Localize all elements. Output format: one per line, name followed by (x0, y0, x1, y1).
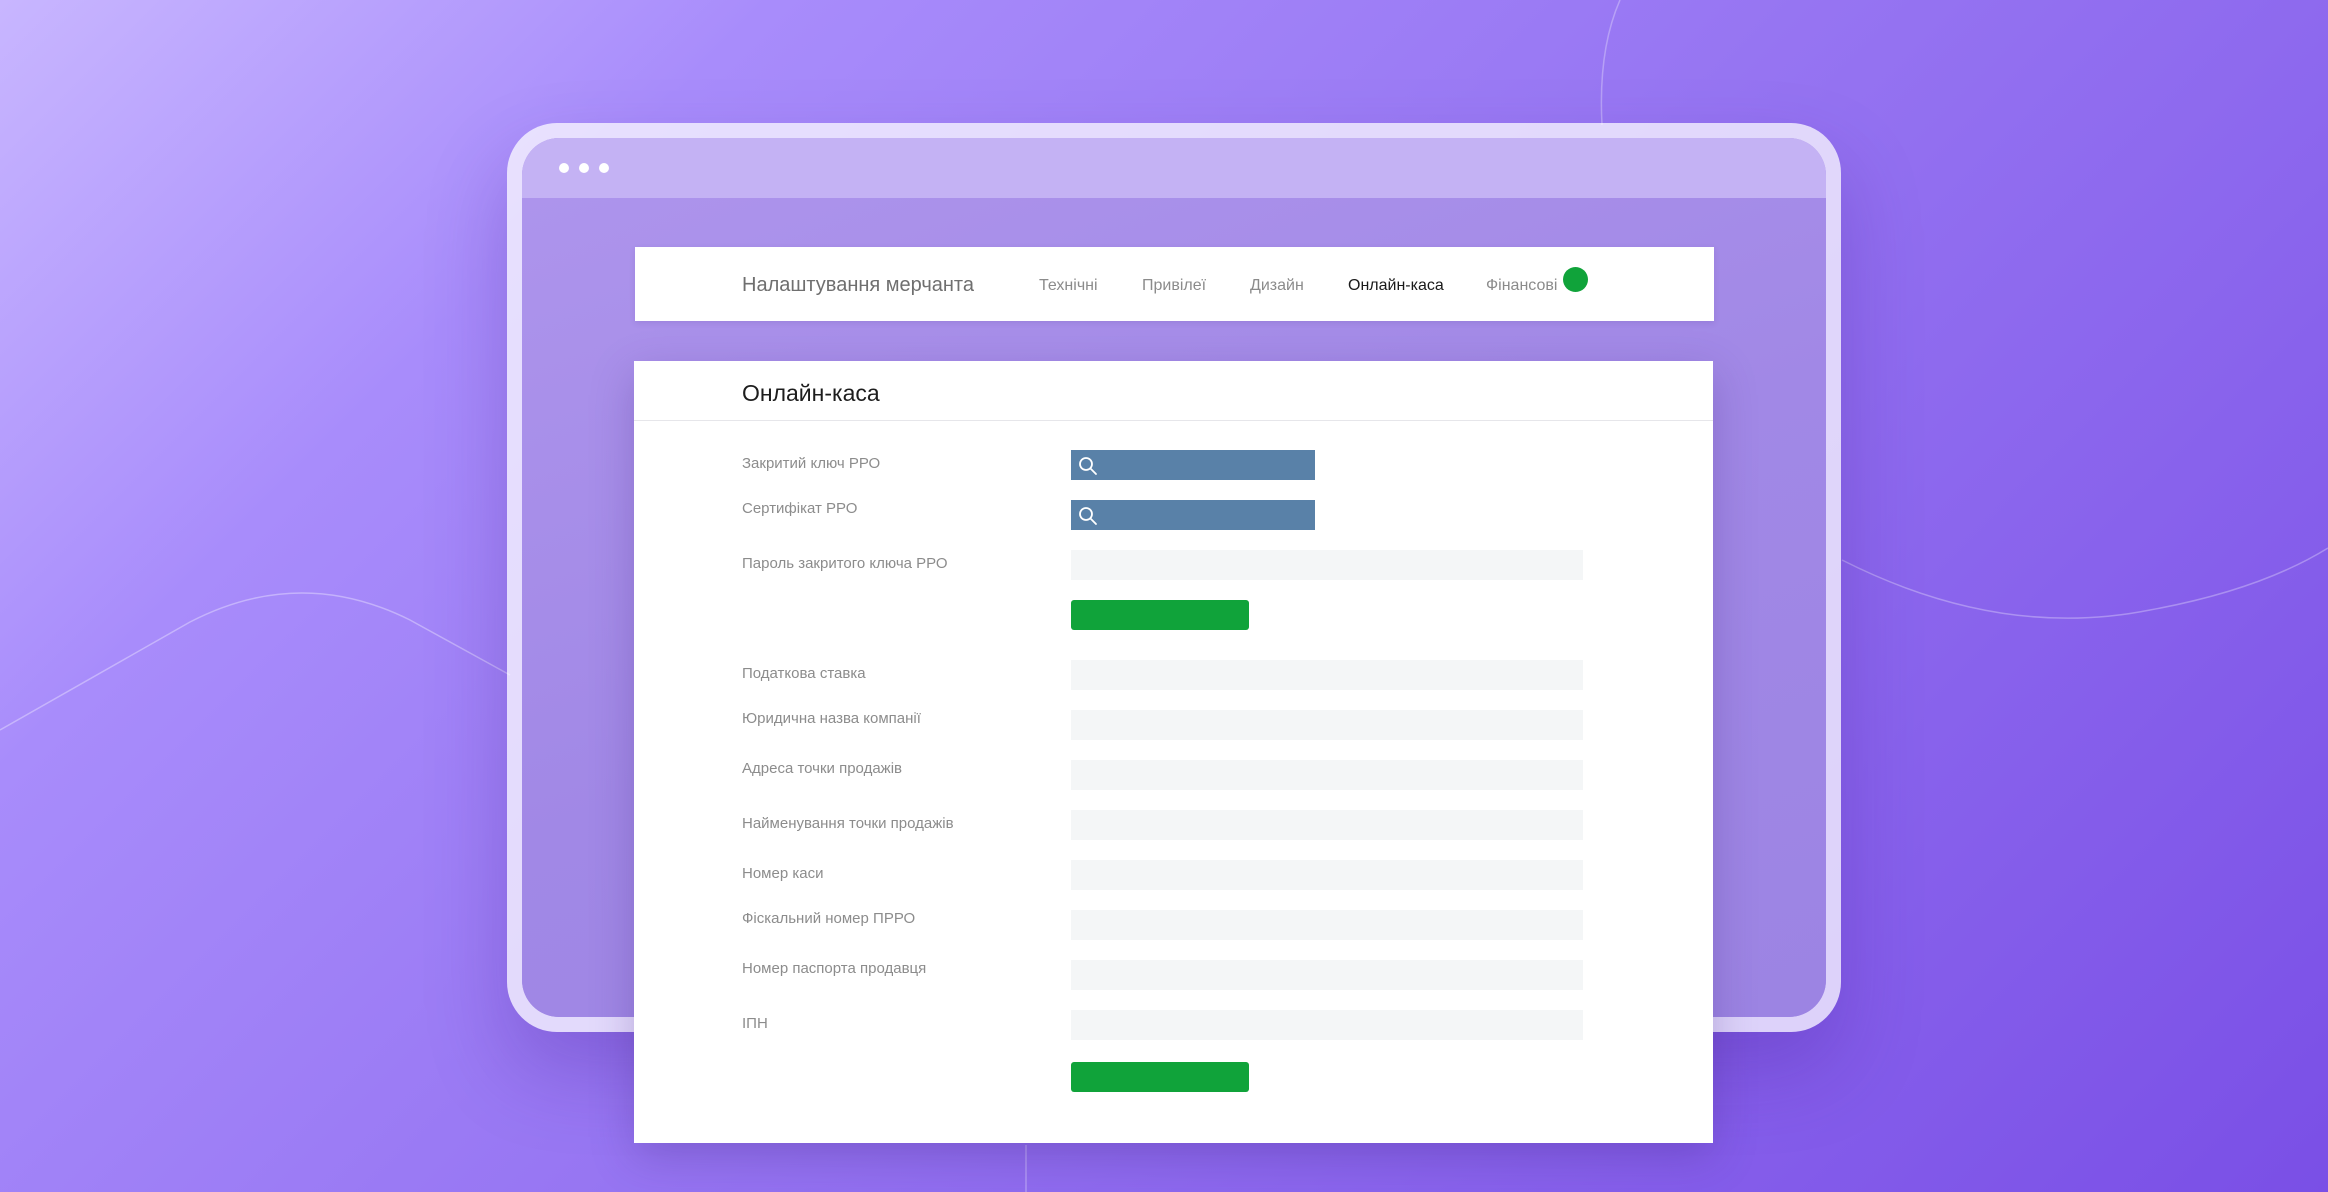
seller-passport-label: Номер паспорта продавця (742, 960, 927, 977)
tab-online-cashier[interactable]: Онлайн-каса (1348, 277, 1444, 295)
seller-passport-input[interactable] (1071, 960, 1583, 990)
online-cashier-settings-card: Онлайн-каса Закритий ключ РРО Сертифікат… (634, 361, 1713, 1143)
fiscal-number-label: Фіскальний номер ПРРО (742, 910, 916, 927)
tab-financial[interactable]: Фінансові (1486, 277, 1557, 295)
tax-rate-label: Податкова ставка (742, 665, 866, 682)
search-icon (1079, 507, 1097, 525)
private-key-label: Закритий ключ РРО (742, 455, 881, 472)
section-divider (634, 420, 1713, 421)
private-key-password-input[interactable] (1071, 550, 1583, 580)
tab-privileges[interactable]: Привілеї (1142, 277, 1206, 295)
cash-register-number-input[interactable] (1071, 860, 1583, 890)
save-button[interactable] (1071, 1062, 1249, 1092)
legal-company-name-label: Юридична назва компанії (742, 710, 921, 727)
tax-rate-input[interactable] (1071, 660, 1583, 690)
sales-point-address-input[interactable] (1071, 760, 1583, 790)
window-dot-icon (579, 163, 589, 173)
upload-key-button[interactable] (1071, 600, 1249, 630)
sales-point-name-label: Найменування точки продажів (742, 815, 954, 832)
cash-register-number-label: Номер каси (742, 865, 824, 882)
sales-point-address-label: Адреса точки продажів (742, 760, 902, 777)
tab-design[interactable]: Дизайн (1250, 277, 1304, 295)
tax-id-label: ІПН (742, 1015, 768, 1032)
status-indicator-dot (1563, 267, 1588, 292)
tax-id-input[interactable] (1071, 1010, 1583, 1040)
fiscal-number-input[interactable] (1071, 910, 1583, 940)
certificate-file-input[interactable] (1071, 500, 1315, 530)
search-icon (1079, 457, 1097, 475)
certificate-label: Сертифікат РРО (742, 500, 858, 517)
merchant-settings-header: Налаштування мерчанта Технічні Привілеї … (635, 247, 1714, 321)
tab-technical[interactable]: Технічні (1039, 277, 1098, 295)
window-dot-icon (559, 163, 569, 173)
private-key-password-label: Пароль закритого ключа РРО (742, 555, 948, 572)
sales-point-name-input[interactable] (1071, 810, 1583, 840)
private-key-file-input[interactable] (1071, 450, 1315, 480)
page-title: Налаштування мерчанта (742, 274, 974, 296)
section-title: Онлайн-каса (742, 380, 880, 406)
window-dot-icon (599, 163, 609, 173)
browser-title-bar (522, 138, 1826, 198)
legal-company-name-input[interactable] (1071, 710, 1583, 740)
